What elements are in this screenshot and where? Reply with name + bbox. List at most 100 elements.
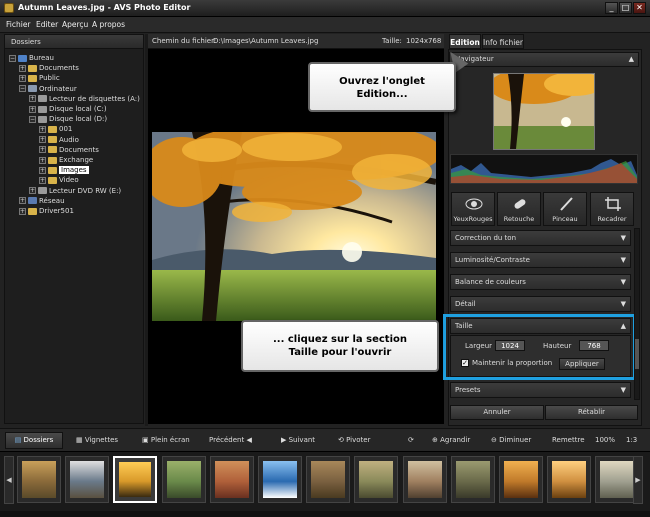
menu-bar: Fichier Editer Aperçu A propos xyxy=(0,17,650,33)
filmstrip-thumbnail[interactable] xyxy=(258,456,302,503)
minimize-button[interactable]: _ xyxy=(605,2,618,14)
tree-item[interactable]: + Documents xyxy=(39,145,99,155)
navigator-header[interactable]: Navigateur ▲ xyxy=(449,52,639,67)
filmstrip-left-arrow[interactable]: ◀ xyxy=(4,456,14,504)
folder-icon xyxy=(48,156,57,164)
expand-toggle-icon[interactable]: + xyxy=(29,95,36,103)
rotate-button[interactable]: ⟲ Pivoter xyxy=(338,433,370,448)
tree-item[interactable]: − Ordinateur xyxy=(19,84,77,94)
menu-editer[interactable]: Editer xyxy=(36,20,58,29)
expand-toggle-icon[interactable]: + xyxy=(39,125,46,133)
tree-item[interactable]: + Disque local (C:) xyxy=(29,104,107,114)
retouch-tool[interactable]: Retouche xyxy=(497,192,541,226)
expand-toggle-icon[interactable]: − xyxy=(29,115,36,123)
chevron-down-icon: ▼ xyxy=(620,256,626,264)
tree-item[interactable]: + Images xyxy=(39,165,89,175)
expand-toggle-icon[interactable]: + xyxy=(19,64,26,72)
brush-tool[interactable]: Pinceau xyxy=(543,192,587,226)
thumbnails-button[interactable]: ▦ Vignettes xyxy=(76,433,118,448)
thumbnail-image xyxy=(359,461,394,498)
panel-scrollbar[interactable] xyxy=(634,228,640,400)
filmstrip-thumbnail[interactable] xyxy=(113,456,158,503)
filmstrip-thumbnail[interactable] xyxy=(499,456,543,503)
folder-icon xyxy=(48,125,57,133)
folders-button[interactable]: ▤ Dossiers xyxy=(5,432,63,449)
keep-ratio-checkbox[interactable]: ✓ xyxy=(461,359,469,367)
filmstrip-thumbnail[interactable] xyxy=(402,456,447,503)
chevron-up-icon: ▲ xyxy=(628,55,634,63)
width-field[interactable] xyxy=(495,340,525,351)
cancel-button[interactable]: Annuler xyxy=(450,405,544,420)
tree-item[interactable]: + Documents xyxy=(19,63,79,73)
expand-toggle-icon[interactable]: − xyxy=(9,54,16,62)
zoom-in-button[interactable]: ⊕ Agrandir xyxy=(432,433,470,448)
tree-item[interactable]: + Lecteur de disquettes (A:) xyxy=(29,94,140,104)
filmstrip-thumbnail[interactable] xyxy=(17,456,61,503)
menu-fichier[interactable]: Fichier xyxy=(6,20,31,29)
filmstrip-thumbnail[interactable] xyxy=(306,456,351,503)
section-correction-du-ton[interactable]: Correction du ton ▼ xyxy=(450,230,631,246)
rotate-right-button[interactable]: ⟳ xyxy=(408,433,414,448)
expand-toggle-icon[interactable]: + xyxy=(39,146,46,154)
tree-item[interactable]: + Réseau xyxy=(19,196,65,206)
title-bar: Autumn Leaves.jpg - AVS Photo Editor _ □… xyxy=(0,0,650,17)
next-button[interactable]: ▶ Suivant xyxy=(281,433,315,448)
tree-item-label: Documents xyxy=(59,145,99,154)
filmstrip-thumbnail[interactable] xyxy=(547,456,592,503)
close-button[interactable]: ✕ xyxy=(633,2,646,14)
folder-icon xyxy=(28,207,37,215)
desktop-icon xyxy=(18,54,27,62)
expand-toggle-icon[interactable]: + xyxy=(39,166,46,174)
tree-item[interactable]: + Exchange xyxy=(39,155,93,165)
expand-toggle-icon[interactable]: + xyxy=(19,207,26,215)
section-taille[interactable]: Taille ▲ xyxy=(450,318,631,334)
expand-toggle-icon[interactable]: + xyxy=(39,136,46,144)
tab-info-fichier[interactable]: Info fichier xyxy=(482,34,524,49)
tree-item[interactable]: + Lecteur DVD RW (E:) xyxy=(29,186,121,196)
fit-button[interactable]: Remettre xyxy=(552,433,585,448)
previous-button[interactable]: Précédent ◀ xyxy=(209,433,252,448)
fullscreen-button[interactable]: ▣ Plein écran xyxy=(142,433,190,448)
reset-button[interactable]: Rétablir xyxy=(545,405,638,420)
navigator-thumbnail[interactable] xyxy=(493,73,595,150)
tree-item-label: Lecteur DVD RW (E:) xyxy=(49,186,122,195)
crop-tool[interactable]: Recadrer xyxy=(590,192,634,226)
menu-a-propos[interactable]: A propos xyxy=(92,20,125,29)
tree-item[interactable]: +001 xyxy=(39,124,72,134)
filmstrip-thumbnail[interactable] xyxy=(450,456,495,503)
filepath-bar: Chemin du fichier: D:\Images\Autumn Leav… xyxy=(148,34,444,49)
filmstrip-right-arrow[interactable]: ▶ xyxy=(633,456,643,504)
folder-icon xyxy=(48,136,57,144)
expand-toggle-icon[interactable]: − xyxy=(19,85,26,93)
zoom-out-button[interactable]: ⊖ Diminuer xyxy=(491,433,531,448)
tree-item[interactable]: + Driver501 xyxy=(19,206,74,216)
folder-tree[interactable]: − Bureau + Documents + Public − Ordinateur + Lect… xyxy=(4,48,144,424)
expand-toggle-icon[interactable]: + xyxy=(19,197,26,205)
expand-toggle-icon[interactable]: + xyxy=(29,105,36,113)
tree-item[interactable]: − Bureau xyxy=(9,53,54,63)
tree-item[interactable]: + Audio xyxy=(39,135,79,145)
filmstrip-thumbnail[interactable] xyxy=(161,456,206,503)
tree-item[interactable]: + Public xyxy=(19,73,60,83)
height-field[interactable] xyxy=(579,340,609,351)
tree-item[interactable]: + Video xyxy=(39,175,79,185)
menu-apercu[interactable]: Aperçu xyxy=(62,20,88,29)
filmstrip-thumbnail[interactable] xyxy=(65,456,110,503)
tab-edition[interactable]: Edition xyxy=(449,34,481,49)
red-eye-tool[interactable]: YeuxRouges xyxy=(451,192,495,226)
filmstrip-thumbnail[interactable] xyxy=(209,456,254,503)
expand-toggle-icon[interactable]: + xyxy=(39,156,46,164)
filmstrip-thumbnail[interactable] xyxy=(354,456,399,503)
apply-button[interactable]: Appliquer xyxy=(559,358,605,370)
expand-toggle-icon[interactable]: + xyxy=(39,176,46,184)
section-presets[interactable]: Presets ▼ xyxy=(450,382,631,398)
section-balance-de-couleurs[interactable]: Balance de couleurs ▼ xyxy=(450,274,631,290)
section-detail[interactable]: Détail ▼ xyxy=(450,296,631,312)
expand-toggle-icon[interactable]: + xyxy=(19,74,26,82)
section-luminosite-contraste[interactable]: Luminosité/Contraste ▼ xyxy=(450,252,631,268)
scrollbar-thumb[interactable] xyxy=(635,339,639,369)
tree-item[interactable]: − Disque local (D:) xyxy=(29,114,107,124)
maximize-button[interactable]: □ xyxy=(619,2,632,14)
expand-toggle-icon[interactable]: + xyxy=(29,187,36,195)
zoom-out-icon: ⊖ xyxy=(491,436,500,444)
